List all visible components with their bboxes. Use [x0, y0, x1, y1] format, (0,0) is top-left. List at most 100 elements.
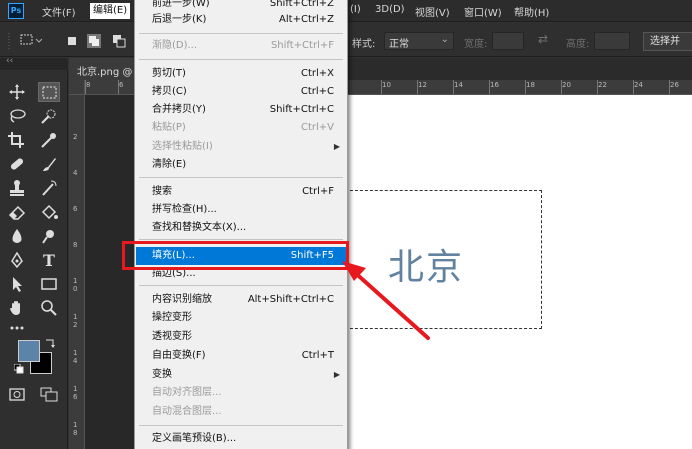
- ruler-label: 20: [562, 81, 571, 89]
- menu-3d[interactable]: 3D(D): [375, 4, 405, 19]
- menu-item-content-aware-scale[interactable]: 内容识别缩放 Alt+Shift+Ctrl+C: [136, 291, 346, 309]
- lasso-tool-icon[interactable]: [6, 106, 28, 126]
- menu-item-perspective-warp[interactable]: 透视变形: [136, 328, 346, 346]
- tools-panel-header: ‹‹: [0, 56, 68, 70]
- select-and-mask-button[interactable]: 选择并: [643, 32, 692, 51]
- svg-text:T: T: [43, 251, 55, 270]
- menu-help[interactable]: 帮助(H): [514, 4, 549, 19]
- height-label: 高度:: [566, 39, 590, 50]
- menu-edit[interactable]: 编辑(E): [90, 3, 131, 19]
- ruler-label: 14: [454, 81, 463, 89]
- menu-item-find-replace[interactable]: 查找和替换文本(X)...: [136, 219, 346, 237]
- tools-panel: ‹‹ T: [0, 56, 68, 449]
- quick-mask-icon[interactable]: [6, 384, 28, 404]
- menu-item-paste[interactable]: 粘贴(P) Ctrl+V: [136, 119, 346, 137]
- menu-item-copy[interactable]: 拷贝(C) Ctrl+C: [136, 83, 346, 101]
- eyedropper-tool-icon[interactable]: [38, 130, 60, 150]
- ruler-label: 8: [86, 81, 91, 89]
- quick-select-tool-icon[interactable]: [38, 106, 60, 126]
- height-field[interactable]: [594, 32, 630, 50]
- menu-item-search[interactable]: 搜索 Ctrl+F: [136, 183, 346, 201]
- ruler-label: 22: [598, 81, 607, 89]
- style-label: 样式:: [352, 39, 376, 50]
- menu-image[interactable]: (I): [350, 4, 361, 19]
- menu-item-puppet-warp[interactable]: 操控变形: [136, 309, 346, 327]
- swap-colors-icon[interactable]: [44, 338, 56, 350]
- ruler-label: 6: [73, 205, 78, 213]
- dodge-tool-icon[interactable]: [38, 226, 60, 246]
- ruler-vertical[interactable]: 2 4 6 8 1 0 1 2 1 4 1 6 1 8: [69, 95, 85, 449]
- menu-separator: [139, 425, 343, 426]
- ruler-label: 24: [634, 81, 643, 89]
- menu-separator: [139, 177, 343, 178]
- menu-window[interactable]: 窗口(W): [464, 4, 502, 19]
- ruler-label: 26: [670, 81, 679, 89]
- new-selection-icon[interactable]: [66, 35, 78, 47]
- rect-marquee-tool-icon[interactable]: [38, 82, 60, 102]
- canvas-text: 北京: [388, 247, 465, 288]
- brush-tool-icon[interactable]: [38, 154, 60, 174]
- document-tab-title: 北京.png @: [77, 67, 133, 78]
- ruler-label: 2: [73, 133, 78, 141]
- ruler-label: 8: [73, 241, 78, 249]
- menu-item-free-transform[interactable]: 自由变换(F) Ctrl+T: [136, 347, 346, 365]
- width-field[interactable]: [492, 32, 524, 50]
- menu-view[interactable]: 视图(V): [415, 4, 450, 19]
- ruler-label: 1 6: [73, 385, 78, 401]
- submenu-arrow-icon: ▶: [333, 370, 340, 379]
- ruler-label: 1 8: [73, 421, 78, 437]
- ruler-label: 4: [73, 169, 78, 177]
- eraser-tool-icon[interactable]: [6, 202, 28, 222]
- ruler-label: 16: [490, 81, 499, 89]
- menu-item-copy-merged[interactable]: 合并拷贝(Y) Shift+Ctrl+C: [136, 101, 346, 119]
- grip-icon: [8, 33, 10, 49]
- marquee-preset-icon[interactable]: [20, 33, 44, 47]
- zoom-tool-icon[interactable]: [38, 298, 60, 318]
- default-colors-icon[interactable]: [14, 364, 24, 374]
- ruler-label: 1 4: [73, 349, 78, 365]
- clone-stamp-tool-icon[interactable]: [6, 178, 28, 198]
- ruler-label: 6: [119, 81, 124, 89]
- subtract-selection-icon[interactable]: [112, 34, 126, 48]
- menu-item-step-backward[interactable]: 后退一步(K) Alt+Ctrl+Z: [136, 11, 346, 29]
- swap-icon[interactable]: ⇄: [538, 32, 548, 46]
- menu-item-cut[interactable]: 剪切(T) Ctrl+X: [136, 65, 346, 83]
- foreground-color-swatch[interactable]: [18, 340, 40, 362]
- history-brush-tool-icon[interactable]: [38, 178, 60, 198]
- hand-tool-icon[interactable]: [6, 298, 28, 318]
- rectangle-tool-icon[interactable]: [38, 274, 60, 294]
- menu-item-transform[interactable]: 变换 ▶: [136, 366, 346, 384]
- menu-item-auto-align-layers[interactable]: 自动对齐图层...: [136, 384, 346, 402]
- screen-mode-icon[interactable]: [38, 384, 60, 404]
- type-tool-icon[interactable]: T: [38, 250, 60, 270]
- style-select[interactable]: 正常 ⌄: [384, 32, 454, 50]
- menu-item-fade[interactable]: 渐隐(D)... Shift+Ctrl+F: [136, 37, 346, 55]
- menu-item-define-brush-preset[interactable]: 定义画笔预设(B)...: [136, 430, 346, 448]
- crop-tool-icon[interactable]: [6, 130, 28, 150]
- healing-brush-tool-icon[interactable]: [6, 154, 28, 174]
- menu-item-auto-blend-layers[interactable]: 自动混合图层...: [136, 403, 346, 421]
- menu-file[interactable]: 文件(F): [42, 4, 76, 19]
- add-selection-icon[interactable]: [86, 33, 102, 49]
- pen-tool-icon[interactable]: [6, 250, 28, 270]
- more-tools-icon[interactable]: [6, 318, 28, 338]
- menu-item-spell-check[interactable]: 拼写检查(H)...: [136, 201, 346, 219]
- ruler-label: 18: [526, 81, 535, 89]
- width-label: 宽度:: [464, 39, 488, 50]
- ruler-origin[interactable]: [69, 80, 85, 95]
- menu-separator: [139, 33, 343, 34]
- style-select-value: 正常: [389, 39, 409, 50]
- path-select-tool-icon[interactable]: [6, 274, 28, 294]
- paint-bucket-tool-icon[interactable]: [38, 202, 60, 222]
- submenu-arrow-icon: ▶: [333, 142, 340, 151]
- ruler-label: 1 0: [73, 277, 78, 293]
- move-tool-icon[interactable]: [6, 82, 28, 102]
- menu-separator: [139, 285, 343, 286]
- menu-item-clear[interactable]: 清除(E): [136, 156, 346, 174]
- document-tab[interactable]: 北京.png @: [69, 58, 139, 80]
- menu-item-paste-special[interactable]: 选择性粘贴(I) ▶: [136, 138, 346, 156]
- collapse-icon[interactable]: ‹‹: [6, 56, 13, 66]
- blur-tool-icon[interactable]: [6, 226, 28, 246]
- chevron-down-icon: ⌄: [440, 34, 449, 45]
- edit-menu-dropdown: 前进一步(W) Shift+Ctrl+Z 后退一步(K) Alt+Ctrl+Z 渐隐…: [134, 0, 348, 449]
